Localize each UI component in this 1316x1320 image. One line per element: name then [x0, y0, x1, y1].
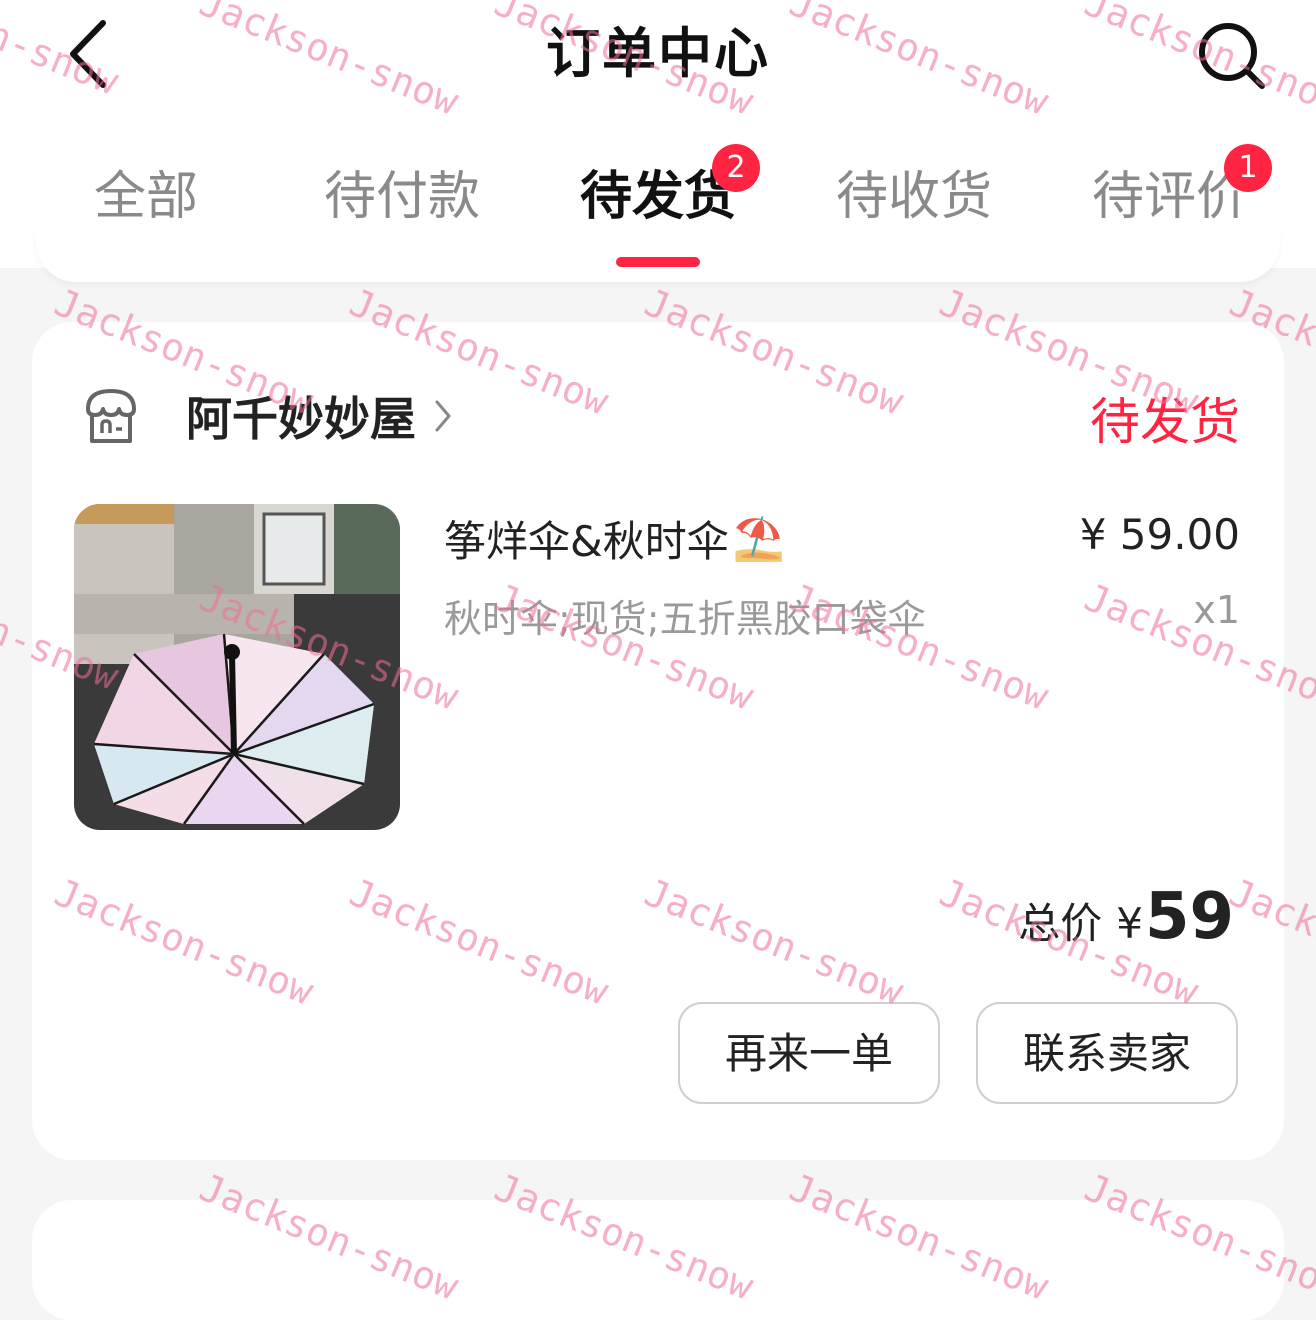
order-status: 待发货	[1090, 393, 1240, 451]
order-card[interactable]: 阿千妙妙屋 待发货 筝烊伞&秋时伞 ⛱️ 秋时伞;现货;五折黑胶口袋伞 ¥ 59…	[32, 322, 1284, 1160]
shop-link[interactable]: 阿千妙妙屋	[80, 380, 452, 452]
tab-pending-payment[interactable]: 待付款	[292, 150, 512, 250]
next-order-card[interactable]	[32, 1200, 1284, 1320]
product-title[interactable]: 筝烊伞&秋时伞 ⛱️	[444, 508, 785, 569]
reorder-button[interactable]: 再来一单	[678, 1002, 940, 1104]
product-quantity: x1	[1193, 588, 1240, 632]
tab-label: 全部	[93, 167, 198, 227]
tab-all[interactable]: 全部	[36, 150, 256, 250]
search-button[interactable]	[1192, 16, 1272, 96]
order-tabs: 全部 待付款 待发货 2 待收货 待评价 1	[0, 144, 1316, 270]
search-icon	[1199, 23, 1265, 89]
order-total: 总价 ¥ 59	[1018, 880, 1234, 954]
beach-umbrella-icon: ⛱️	[732, 513, 786, 563]
chevron-right-icon	[435, 400, 451, 432]
tab-label: 待收货	[835, 167, 992, 227]
contact-seller-button[interactable]: 联系卖家	[976, 1002, 1238, 1104]
total-label: 总价	[1018, 899, 1103, 948]
tab-badge: 1	[1224, 144, 1272, 192]
tab-pending-shipment[interactable]: 待发货 2	[548, 144, 768, 250]
page-title: 订单中心	[546, 22, 770, 85]
product-price: ¥ 59.00	[1079, 510, 1240, 559]
umbrella-photo	[74, 504, 400, 830]
shop-icon	[86, 389, 136, 443]
shop-name: 阿千妙妙屋	[186, 392, 416, 446]
tab-pending-receipt[interactable]: 待收货	[804, 150, 1024, 250]
tab-badge: 2	[712, 144, 760, 192]
product-image[interactable]	[74, 504, 400, 830]
product-spec: 秋时伞;现货;五折黑胶口袋伞	[444, 597, 926, 641]
active-tab-indicator	[616, 257, 700, 267]
tab-label: 待付款	[323, 167, 480, 227]
product-title-text: 筝烊伞&秋时伞	[444, 517, 729, 566]
tab-pending-review[interactable]: 待评价 1	[1060, 144, 1280, 250]
total-value: 59	[1144, 880, 1234, 954]
total-currency: ¥	[1116, 899, 1143, 948]
